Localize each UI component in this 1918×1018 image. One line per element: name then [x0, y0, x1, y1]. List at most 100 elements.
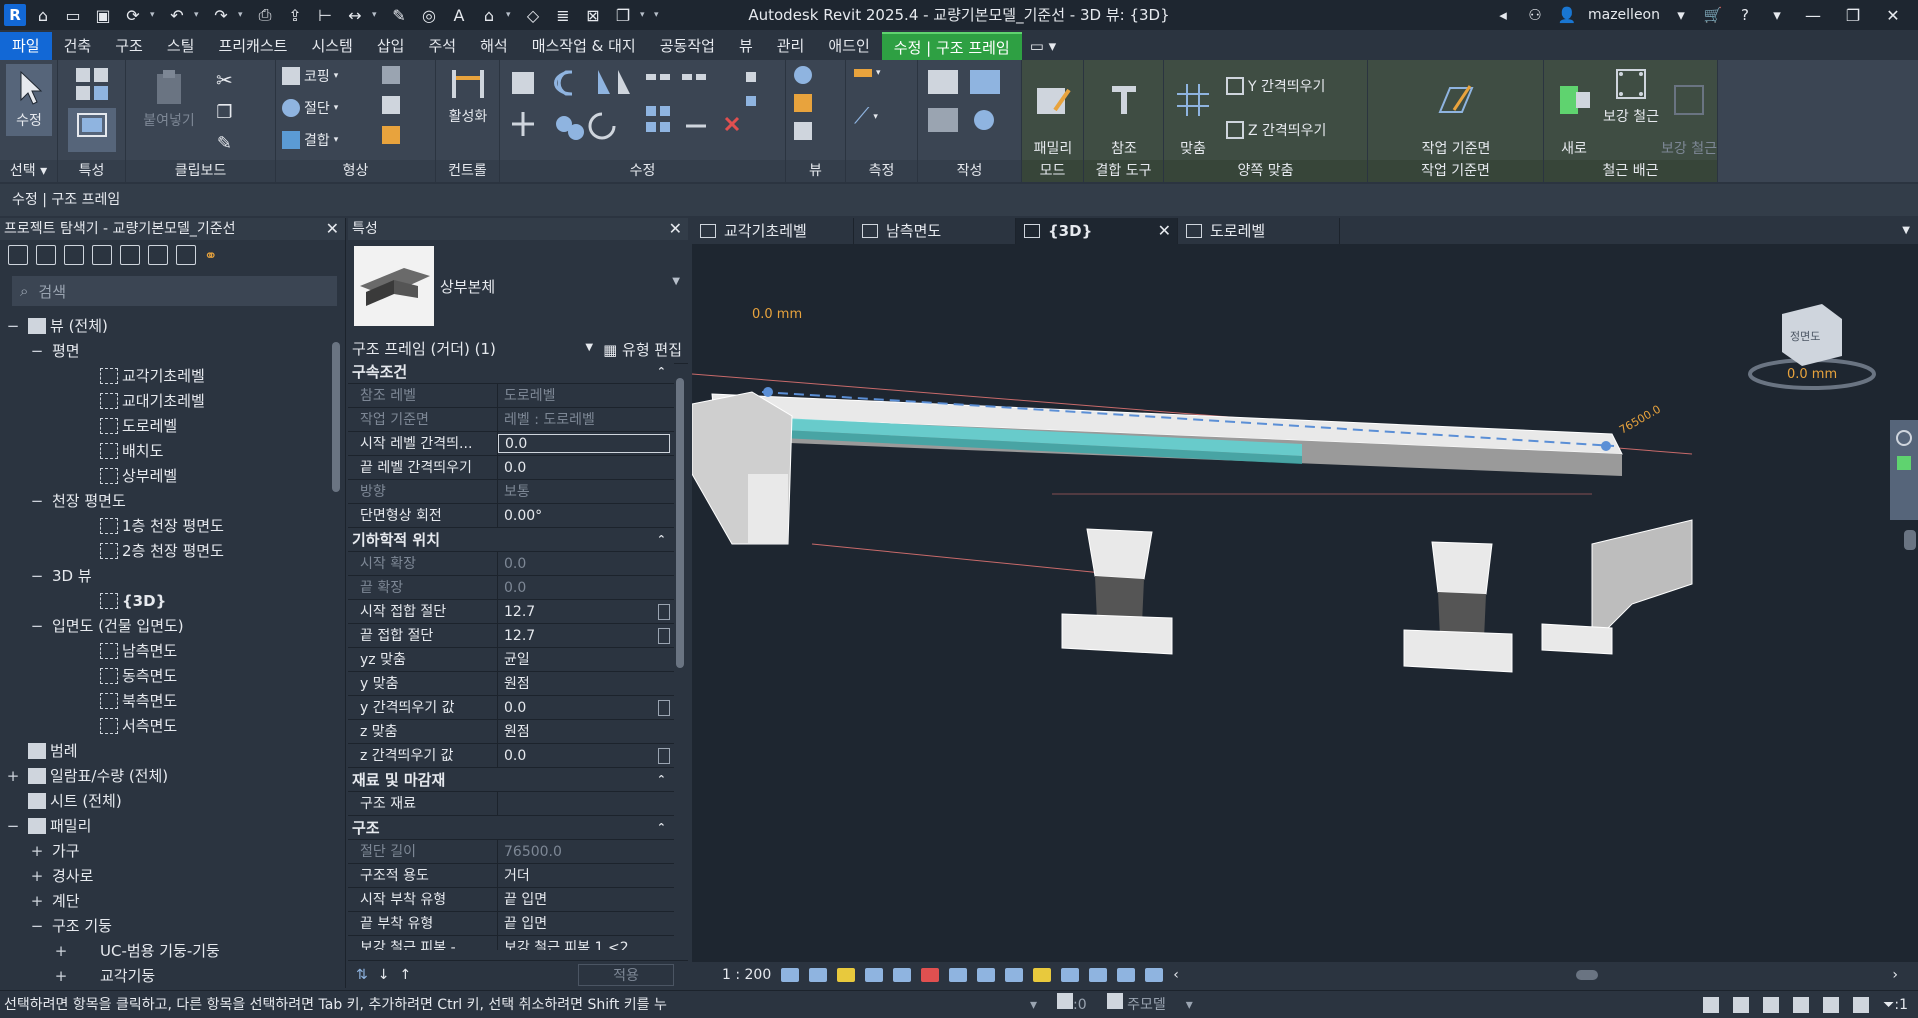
3d-icon[interactable]: ◎	[416, 2, 442, 28]
default-3d-caret-icon[interactable]: ▾	[506, 10, 516, 20]
ribbon-tab-14[interactable]: 수정 | 구조 프레임	[881, 32, 1022, 60]
property-value[interactable]: 균일	[498, 648, 674, 671]
default-3d-view-icon[interactable]: ⌂	[476, 2, 502, 28]
filter-indicator[interactable]: ⏷:1	[1883, 991, 1908, 1018]
expand-icon[interactable]: +	[30, 839, 44, 864]
detail-level-icon[interactable]	[781, 968, 800, 982]
cut-geometry-button[interactable]: 절단 ▾	[282, 98, 338, 118]
browser-links-icon[interactable]: ⚭	[204, 246, 217, 265]
sort-asc-icon[interactable]: ↓	[378, 967, 390, 983]
property-value[interactable]: 0.0	[498, 744, 674, 767]
browser-item[interactable]: + 계단	[0, 889, 326, 914]
browser-item[interactable]: 동측면도	[0, 664, 326, 689]
associate-parameter-button[interactable]	[658, 628, 670, 644]
ribbon-tab-0[interactable]: 파일	[0, 32, 52, 60]
collapse-group-icon[interactable]: ⌃	[657, 360, 666, 384]
tab-list-icon[interactable]: ▼	[1902, 218, 1918, 244]
property-row[interactable]: 시작 부착 유형 끝 입면	[348, 888, 674, 912]
undo-icon[interactable]: ↶	[164, 2, 190, 28]
dimension-caret-icon[interactable]: ▾	[372, 10, 382, 20]
property-row[interactable]: z 간격띄우기 값 0.0	[348, 744, 674, 768]
view-tab-1[interactable]: 남측면도	[854, 218, 1016, 244]
user-name[interactable]: mazelleon	[1588, 7, 1660, 23]
property-value[interactable]: 끝 입면	[498, 888, 674, 911]
ribbon-tab-3[interactable]: 스틸	[155, 32, 207, 60]
temporary-view-props-icon[interactable]	[1061, 968, 1080, 982]
browser-item[interactable]: + 교각기둥	[0, 964, 326, 986]
worksharing-display-icon[interactable]	[1089, 968, 1108, 982]
view-scrollbar-thumb[interactable]	[1904, 530, 1916, 550]
collapse-icon[interactable]: −	[30, 339, 44, 364]
aligned-dimension-button[interactable]: ⟋ ▾	[854, 104, 878, 129]
browser-item[interactable]: 상부레벨	[0, 464, 326, 489]
zoom-icon[interactable]	[1897, 456, 1911, 470]
properties-button[interactable]	[68, 108, 116, 152]
property-value[interactable]: 원점	[498, 672, 674, 695]
type-dropdown-icon[interactable]: ▼	[672, 276, 680, 287]
property-row[interactable]: 보강 철근 피복 - ... 보강 철근 피복 1 <2...	[348, 936, 674, 950]
type-properties-button[interactable]	[68, 64, 116, 106]
property-group-header[interactable]: 구속조건 ⌃	[348, 360, 674, 384]
close-properties-icon[interactable]: ✕	[669, 218, 682, 240]
associate-parameter-button[interactable]	[658, 700, 670, 716]
property-value[interactable]: 끝 입면	[498, 912, 674, 935]
browser-item[interactable]: 교대기초레벨	[0, 389, 326, 414]
browser-item[interactable]: 시트 (전체)	[0, 789, 326, 814]
close-window-button[interactable]: ✕	[1878, 6, 1908, 25]
help-icon[interactable]: ?	[1734, 6, 1756, 24]
browser-item[interactable]: − 천장 평면도	[0, 489, 326, 514]
ribbon-tab-4[interactable]: 프리캐스트	[206, 32, 299, 60]
collapse-group-icon[interactable]: ⌃	[657, 528, 666, 552]
bridge-model[interactable]: 0.0 mm 0.0 mm 76500.0 정면도	[692, 244, 1918, 962]
save-icon[interactable]: ▣	[90, 2, 116, 28]
browser-item[interactable]: {3D}	[0, 589, 326, 614]
property-row[interactable]: 시작 레벨 간격띄... 0.0	[348, 432, 674, 456]
print-icon[interactable]: ⎙	[252, 2, 278, 28]
browser-sheets-icon[interactable]	[120, 245, 140, 265]
ribbon-tab-7[interactable]: 주석	[416, 32, 468, 60]
close-hidden-icon[interactable]: ⊠	[580, 2, 606, 28]
select-underlay-icon[interactable]	[1733, 997, 1750, 1013]
browser-item[interactable]: 1층 천장 평면도	[0, 514, 326, 539]
browser-item[interactable]: 범례	[0, 739, 326, 764]
ribbon-tab-2[interactable]: 구조	[103, 32, 155, 60]
browser-item[interactable]: − 구조 기둥	[0, 914, 326, 939]
expand-icon[interactable]: +	[30, 864, 44, 889]
create-tools[interactable]	[924, 66, 1014, 156]
analytical-model-icon[interactable]	[1117, 968, 1136, 982]
export-icon[interactable]: ⇪	[282, 2, 308, 28]
property-value[interactable]: 거더	[498, 864, 674, 887]
associate-parameter-button[interactable]	[658, 748, 670, 764]
rebar-button[interactable]: 보강 철근	[1602, 64, 1660, 126]
z-offset-button[interactable]: Z 간격띄우기	[1226, 120, 1326, 140]
minimize-button[interactable]: —	[1798, 6, 1828, 25]
lock-view-icon[interactable]	[977, 968, 996, 982]
worksets-indicator[interactable]: :0	[1057, 991, 1087, 1018]
close-browser-icon[interactable]: ✕	[326, 218, 339, 240]
properties-scrollbar[interactable]	[674, 360, 686, 950]
home-icon[interactable]: ⌂	[30, 2, 56, 28]
switch-windows-icon[interactable]: ❐	[610, 2, 636, 28]
panel-select-label[interactable]: 선택 ▾	[0, 160, 57, 182]
linework-icon[interactable]	[794, 122, 812, 140]
ribbon-tab-12[interactable]: 관리	[765, 32, 817, 60]
paint-icon[interactable]	[382, 126, 400, 144]
browser-groups-icon[interactable]	[176, 245, 196, 265]
temporary-hide-icon[interactable]	[1005, 968, 1024, 982]
ribbon-tab-1[interactable]: 건축	[52, 32, 104, 60]
property-row[interactable]: y 맞춤 원점	[348, 672, 674, 696]
property-value[interactable]: 0.0	[498, 456, 674, 479]
ribbon-tab-6[interactable]: 삽입	[365, 32, 417, 60]
override-icon[interactable]	[794, 94, 812, 112]
property-group-header[interactable]: 구조 ⌃	[348, 816, 674, 840]
collapse-icon[interactable]: −	[30, 564, 44, 589]
customize-qat-icon[interactable]: ▾	[654, 10, 664, 20]
browser-item[interactable]: 북측면도	[0, 689, 326, 714]
instance-selector[interactable]: 구조 프레임 (거더) (1) ▼	[352, 338, 598, 362]
ribbon-tab-8[interactable]: 해석	[468, 32, 520, 60]
thin-lines-icon[interactable]: ≣	[550, 2, 576, 28]
redo-caret-icon[interactable]: ▾	[238, 10, 248, 20]
expand-icon[interactable]: +	[30, 889, 44, 914]
text-icon[interactable]: A	[446, 2, 472, 28]
browser-search[interactable]: ⌕ 검색	[12, 276, 337, 306]
